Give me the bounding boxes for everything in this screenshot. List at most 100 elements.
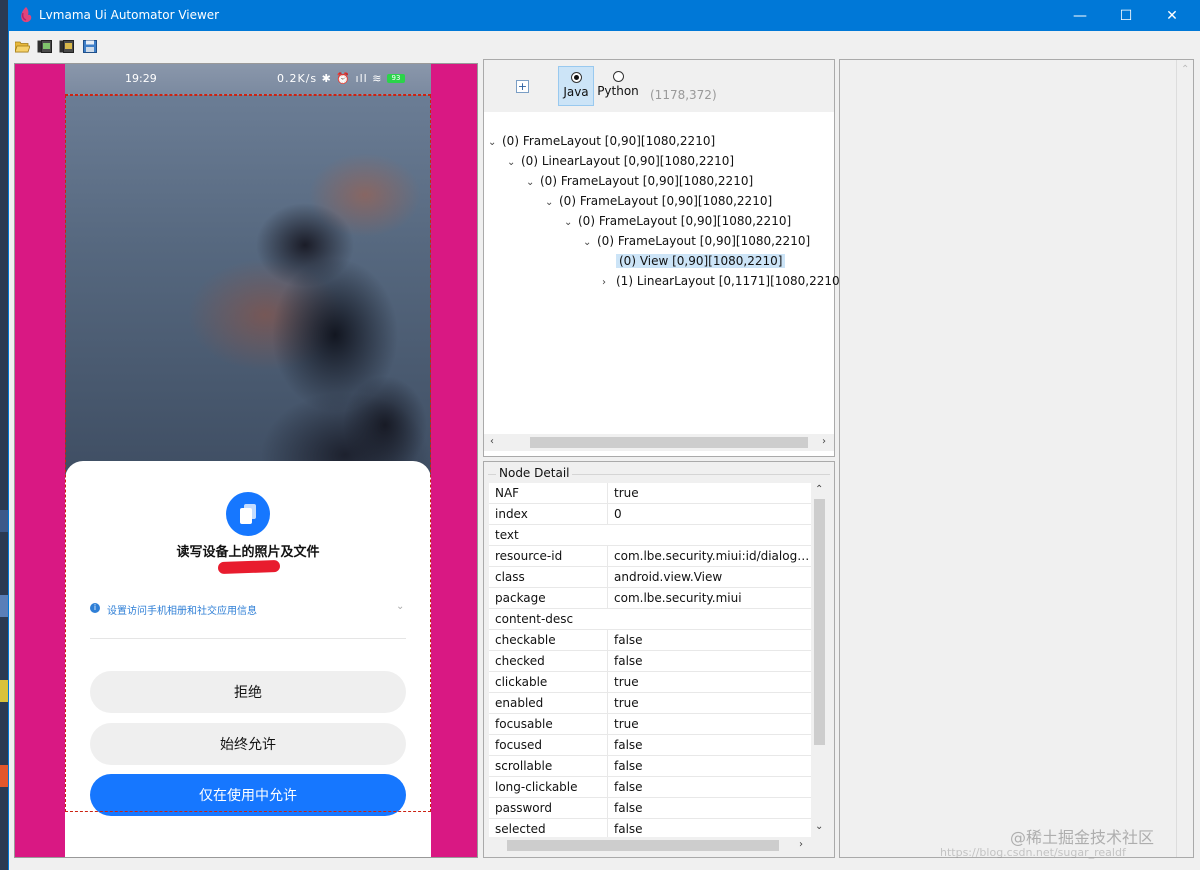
tree-node[interactable]: ⌄ (0) FrameLayout [0,90][1080,2210] bbox=[526, 172, 753, 190]
always-allow-button[interactable]: 始终允许 bbox=[90, 723, 406, 765]
device-status-bar: 19:29 0.2K/s ✱ ⏰ ıll ≋ 93 bbox=[65, 64, 431, 95]
tree-node-label: (0) FrameLayout [0,90][1080,2210] bbox=[502, 134, 716, 148]
detail-value: false bbox=[607, 777, 811, 797]
detail-key: checked bbox=[495, 654, 545, 668]
node-detail-panel: Node Detail NAF true index 0 text resource… bbox=[483, 461, 835, 858]
window-title: Lvmama Ui Automator Viewer bbox=[39, 8, 220, 22]
tree-node-label: (0) FrameLayout [0,90][1080,2210] bbox=[578, 214, 792, 228]
chevron-down-icon[interactable]: ⌄ bbox=[396, 601, 404, 612]
detail-key: password bbox=[495, 801, 552, 815]
save-icon[interactable] bbox=[83, 40, 98, 53]
detail-key: content-desc bbox=[495, 612, 574, 626]
tree-node[interactable]: ⌄ (0) FrameLayout [0,90][1080,2210] bbox=[488, 132, 715, 150]
right-vertical-scrollbar[interactable]: ⌃ bbox=[1176, 60, 1193, 857]
open-folder-icon[interactable] bbox=[15, 40, 30, 53]
detail-row[interactable]: selected false bbox=[489, 819, 811, 837]
detail-key: checkable bbox=[495, 633, 556, 647]
detail-value: true bbox=[607, 483, 811, 503]
detail-key: resource-id bbox=[495, 549, 563, 563]
detail-row[interactable]: long-clickable false bbox=[489, 777, 811, 798]
tree-node[interactable]: ⌄ (0) FrameLayout [0,90][1080,2210] bbox=[545, 192, 772, 210]
python-radio[interactable]: Python bbox=[596, 66, 640, 106]
detail-row[interactable]: index 0 bbox=[489, 504, 811, 525]
close-button[interactable]: ✕ bbox=[1149, 0, 1195, 31]
screenshot-icon[interactable] bbox=[37, 40, 52, 53]
redaction-mark bbox=[217, 559, 281, 575]
tree-toggle-icon[interactable]: ⌄ bbox=[583, 234, 597, 252]
detail-key: class bbox=[495, 570, 525, 584]
detail-row[interactable]: class android.view.View bbox=[489, 567, 811, 588]
tree-toggle-icon[interactable]: › bbox=[602, 274, 616, 292]
watermark-url: https://blog.csdn.net/sugar_realdf bbox=[940, 846, 1126, 859]
node-detail-table[interactable]: NAF true index 0 text resource-id com.lbe.s… bbox=[489, 483, 811, 837]
node-detail-title: Node Detail bbox=[496, 466, 573, 480]
scroll-right-icon[interactable]: › bbox=[799, 839, 803, 850]
detail-row[interactable]: focused false bbox=[489, 735, 811, 756]
battery-icon: 93 bbox=[387, 74, 405, 83]
tree-toggle-icon[interactable]: ⌄ bbox=[507, 154, 521, 172]
detail-row[interactable]: text bbox=[489, 525, 811, 546]
tree-node-label: (0) FrameLayout [0,90][1080,2210] bbox=[559, 194, 773, 208]
detail-horizontal-scrollbar[interactable]: › bbox=[489, 837, 811, 854]
right-empty-panel: ⌃ bbox=[839, 59, 1194, 858]
detail-row[interactable]: resource-id com.lbe.security.miui:id/dial… bbox=[489, 546, 811, 567]
device-screen[interactable]: 19:29 0.2K/s ✱ ⏰ ıll ≋ 93 读写设备上的照片及文件 i … bbox=[65, 64, 431, 857]
expand-all-icon[interactable]: + bbox=[516, 80, 529, 93]
minimize-button[interactable]: — bbox=[1057, 0, 1103, 31]
detail-key: focusable bbox=[495, 717, 553, 731]
detail-row[interactable]: scrollable false bbox=[489, 756, 811, 777]
scroll-up-icon[interactable]: ⌃ bbox=[815, 484, 823, 495]
permission-info-row[interactable]: i 设置访问手机相册和社交应用信息 ⌄ bbox=[90, 601, 410, 617]
java-label: Java bbox=[563, 85, 589, 99]
tree-node[interactable]: ⌄ (0) LinearLayout [0,90][1080,2210] bbox=[507, 152, 734, 170]
tree-node[interactable]: ⌄ (0) FrameLayout [0,90][1080,2210] bbox=[564, 212, 791, 230]
allow-while-using-button[interactable]: 仅在使用中允许 bbox=[90, 774, 406, 816]
detail-value: false bbox=[607, 798, 811, 818]
detail-value: android.view.View bbox=[607, 567, 811, 587]
tree-horizontal-scrollbar[interactable]: ‹ › bbox=[484, 434, 834, 451]
screenshot-compressed-icon[interactable] bbox=[59, 40, 74, 53]
scroll-up-icon[interactable]: ⌃ bbox=[1181, 64, 1189, 75]
tree-node[interactable]: ⌄ (0) FrameLayout [0,90][1080,2210] bbox=[583, 232, 810, 250]
permission-dialog[interactable]: 读写设备上的照片及文件 i 设置访问手机相册和社交应用信息 ⌄ 拒绝 始终允许 … bbox=[65, 461, 431, 857]
scroll-left-icon[interactable]: ‹ bbox=[490, 436, 494, 447]
detail-value: false bbox=[607, 756, 811, 776]
maximize-button[interactable]: ☐ bbox=[1103, 0, 1149, 31]
tree-node[interactable]: › (1) LinearLayout [0,1171][1080,2210] bbox=[602, 272, 844, 290]
detail-row[interactable]: package com.lbe.security.miui bbox=[489, 588, 811, 609]
tree-toggle-icon[interactable]: ⌄ bbox=[545, 194, 559, 212]
detail-row[interactable]: checkable false bbox=[489, 630, 811, 651]
deny-button[interactable]: 拒绝 bbox=[90, 671, 406, 713]
detail-row[interactable]: enabled true bbox=[489, 693, 811, 714]
scrollbar-thumb[interactable] bbox=[530, 437, 808, 448]
detail-value: false bbox=[607, 651, 811, 671]
detail-row[interactable]: password false bbox=[489, 798, 811, 819]
scroll-down-icon[interactable]: ⌄ bbox=[815, 821, 823, 832]
device-screenshot-panel[interactable]: 19:29 0.2K/s ✱ ⏰ ıll ≋ 93 读写设备上的照片及文件 i … bbox=[14, 63, 478, 858]
hierarchy-tree-panel[interactable]: + Java Python (1178,372) ⌄ (0) FrameLayou… bbox=[483, 59, 844, 457]
tree-toggle-icon[interactable]: ⌄ bbox=[526, 174, 540, 192]
divider bbox=[90, 638, 406, 639]
file-icon bbox=[226, 492, 270, 536]
tree-node-selected[interactable]: (0) View [0,90][1080,2210] bbox=[602, 252, 786, 270]
scroll-right-icon[interactable]: › bbox=[822, 436, 826, 447]
tree-toggle-icon[interactable]: ⌄ bbox=[488, 134, 502, 152]
detail-vertical-scrollbar[interactable]: ⌃ ⌄ bbox=[811, 483, 828, 837]
scrollbar-thumb[interactable] bbox=[507, 840, 779, 851]
scrollbar-thumb[interactable] bbox=[814, 499, 825, 745]
java-radio[interactable]: Java bbox=[558, 66, 594, 106]
tree-toggle-icon[interactable]: ⌄ bbox=[564, 214, 578, 232]
detail-row[interactable]: checked false bbox=[489, 651, 811, 672]
python-label: Python bbox=[597, 84, 639, 98]
detail-row[interactable]: content-desc bbox=[489, 609, 811, 630]
watermark: @稀土掘金技术社区 bbox=[1010, 828, 1155, 847]
detail-key: package bbox=[495, 591, 546, 605]
detail-row[interactable]: NAF true bbox=[489, 483, 811, 504]
detail-row[interactable]: focusable true bbox=[489, 714, 811, 735]
title-bar[interactable]: Lvmama Ui Automator Viewer — ☐ ✕ bbox=[9, 0, 1200, 31]
status-indicators: 0.2K/s ✱ ⏰ ıll ≋ bbox=[277, 72, 383, 85]
tree-node-label: (0) View [0,90][1080,2210] bbox=[616, 254, 786, 268]
detail-row[interactable]: clickable true bbox=[489, 672, 811, 693]
dialog-title: 读写设备上的照片及文件 bbox=[176, 545, 320, 560]
detail-value: com.lbe.security.miui:id/dialog_di... bbox=[607, 546, 811, 566]
